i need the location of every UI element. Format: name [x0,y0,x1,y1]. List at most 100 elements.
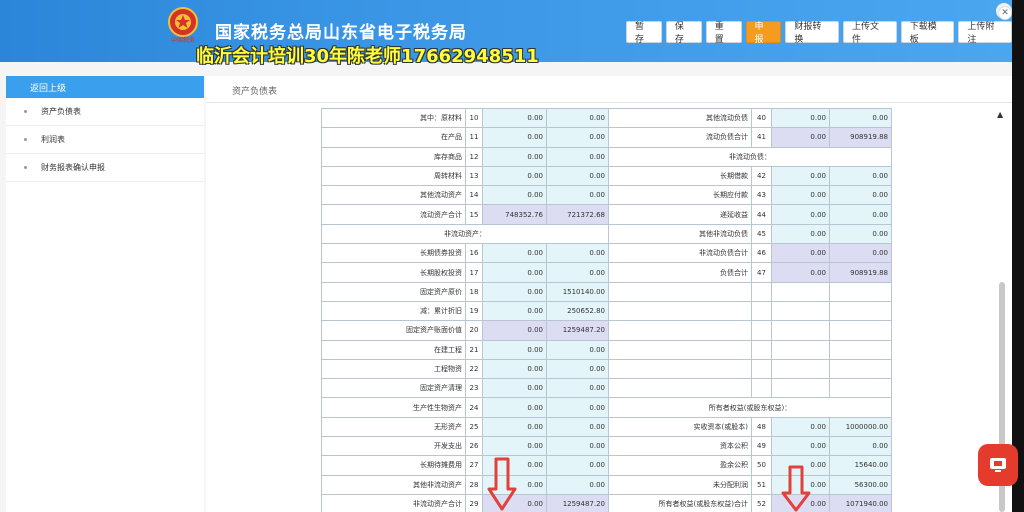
line-number: 28 [465,474,483,495]
amount-cell[interactable]: 0.00 [482,300,547,322]
amount-cell[interactable]: 0.00 [546,127,609,148]
amount-cell[interactable]: 0.00 [546,185,609,206]
empty-cell [751,281,772,302]
toolbar-button-1[interactable]: 保存 [665,21,702,45]
row-label: 在产品 [321,127,466,148]
amount-cell[interactable]: 15640.00 [829,455,892,476]
amount-cell[interactable]: 0.00 [546,358,609,380]
table-row: 其他流动资产 14 0.00 0.00 长期应付款 43 0.00 0.00 [321,185,892,206]
amount-cell[interactable]: 0.00 [482,397,547,418]
table-row: 在建工程 21 0.00 0.00 [321,339,892,360]
line-number: 49 [751,436,772,457]
empty-cell [829,339,892,360]
amount-cell[interactable]: 0.00 [771,436,830,457]
amount-cell[interactable]: 0.00 [482,262,547,283]
table-row: 固定资产账面价值 20 0.00 1259487.20 [321,320,892,341]
table-row: 固定资产清理 23 0.00 0.00 [321,378,892,399]
toolbar-button-4[interactable]: 财报转换 [785,21,840,45]
amount-cell[interactable]: 0.00 [482,378,547,399]
amount-cell[interactable]: 0.00 [771,165,830,187]
scroll-up-icon[interactable]: ▲ [997,110,1003,119]
toolbar-button-6[interactable]: 下载模板 [900,21,955,45]
toolbar-button-5[interactable]: 上传文件 [843,21,897,45]
amount-cell[interactable]: 0.00 [829,436,892,457]
amount-cell[interactable]: 0.00 [829,223,892,245]
amount-cell[interactable]: 0.00 [482,107,547,129]
amount-cell[interactable]: 0.00 [482,281,547,302]
amount-cell[interactable]: 0.00 [482,127,547,148]
row-label: 未分配利润 [608,474,752,495]
line-number: 26 [465,436,483,457]
sidebar-item[interactable]: 利润表 [6,126,204,154]
amount-cell[interactable]: 0.00 [482,243,547,264]
line-number: 25 [465,416,483,438]
amount-cell[interactable]: 0.00 [482,416,547,438]
toolbar-button-7[interactable]: 上传附注 [958,21,1012,45]
row-label: 生产性生物资产 [321,397,466,418]
row-label: 固定资产清理 [321,378,466,399]
amount-cell[interactable]: 0.00 [482,165,547,187]
line-number: 44 [751,204,772,225]
amount-cell[interactable]: 0.00 [546,416,609,438]
empty-cell [751,339,772,360]
amount-cell[interactable]: 0.00 [482,436,547,457]
line-number: 41 [751,127,772,148]
amount-cell[interactable]: 0.00 [829,165,892,187]
empty-cell [829,281,892,302]
amount-cell[interactable]: 0.00 [546,474,609,495]
sidebar-item-label: 资产负债表 [41,107,81,116]
amount-cell[interactable]: 0.00 [482,185,547,206]
empty-cell [771,281,830,302]
row-label: 其他流动负债 [608,107,752,129]
amount-cell[interactable]: 0.00 [546,107,609,129]
site-title: 国家税务总局山东省电子税务局 [215,23,467,43]
amount-cell[interactable]: 0.00 [829,185,892,206]
amount-cell[interactable]: 0.00 [546,436,609,457]
amount-cell: 1259487.20 [546,320,609,341]
float-service-button[interactable] [978,444,1018,486]
toolbar-button-2[interactable]: 重置 [705,21,742,45]
amount-cell[interactable]: 0.00 [546,146,609,167]
sidebar-item[interactable]: 资产负债表 [6,98,204,126]
toolbar: 暂存 保存 重置 申报 财报转换 上传文件 下载模板 上传附注 [626,21,1012,45]
amount-cell[interactable]: 1000000.00 [829,416,892,438]
amount-cell[interactable]: 0.00 [771,223,830,245]
sidebar-item-label: 财务报表确认申报 [41,163,105,172]
main-panel: 资产负债表 其中：原材料 10 0.00 0.00 其他流动负债 40 0.00 0.00 在产… [206,76,1012,512]
empty-cell [771,358,830,380]
amount-cell[interactable]: 0.00 [771,416,830,438]
sidebar-item[interactable]: 财务报表确认申报 [6,154,204,182]
amount-cell[interactable]: 0.00 [546,397,609,418]
amount-cell[interactable]: 0.00 [482,358,547,380]
amount-cell[interactable]: 0.00 [771,204,830,225]
line-number: 29 [465,493,483,512]
amount-cell[interactable]: 0.00 [829,204,892,225]
amount-cell[interactable]: 0.00 [546,455,609,476]
bullet-icon [24,138,27,141]
amount-cell[interactable]: 0.00 [771,185,830,206]
amount-cell[interactable]: 0.00 [482,146,547,167]
table-row: 库存商品 12 0.00 0.00 非流动负债： [321,146,892,167]
back-button[interactable]: 返回上级 [6,76,204,98]
table-row: 开发支出 26 0.00 0.00 资本公积 49 0.00 0.00 [321,436,892,457]
table-row: 生产性生物资产 24 0.00 0.00 所有者权益(或股东权益)： [321,397,892,418]
amount-cell[interactable]: 0.00 [482,339,547,360]
amount-cell[interactable]: 1510140.00 [546,281,609,302]
amount-cell[interactable]: 0.00 [546,165,609,187]
close-icon[interactable]: ✕ [998,6,1012,20]
amount-cell[interactable]: 250652.80 [546,300,609,322]
row-label: 其中：原材料 [321,107,466,129]
emblem-text: 中国税务 [171,36,195,44]
toolbar-button-0[interactable]: 暂存 [626,21,662,45]
amount-cell[interactable]: 0.00 [546,243,609,264]
amount-cell[interactable]: 0.00 [771,107,830,129]
amount-cell[interactable]: 0.00 [546,339,609,360]
empty-cell [829,378,892,399]
line-number: 40 [751,107,772,129]
amount-cell[interactable]: 56300.00 [829,474,892,495]
amount-cell[interactable]: 0.00 [546,262,609,283]
toolbar-button-3[interactable]: 申报 [745,21,782,45]
amount-cell[interactable]: 0.00 [829,107,892,129]
line-number: 23 [465,378,483,399]
amount-cell[interactable]: 0.00 [546,378,609,399]
